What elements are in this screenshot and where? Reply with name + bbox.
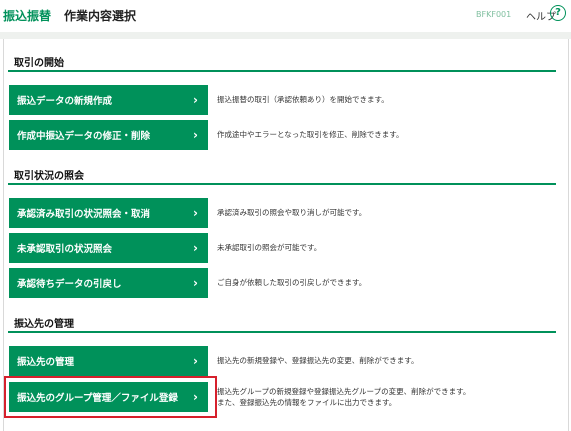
button-label: 振込データの新規作成 [17,96,113,107]
unapproved-status-button[interactable]: 未承認取引の状況照会 › [9,233,208,263]
payee-management-button[interactable]: 振込先の管理 › [9,346,208,376]
chevron-right-icon: › [193,354,198,368]
button-label: 未承認取引の状況照会 [17,244,113,255]
section-rule [8,183,556,185]
button-label: 承認済み取引の状況照会・取消 [17,209,151,220]
new-transfer-button[interactable]: 振込データの新規作成 › [9,85,208,115]
item-description: 振込先グループの新規登録や登録振込先グループの変更、削除ができます。 [217,387,471,396]
button-label: 作成中振込データの修正・削除 [17,131,151,142]
approved-status-button[interactable]: 承認済み取引の状況照会・取消 › [9,198,208,228]
edit-transfer-button[interactable]: 作成中振込データの修正・削除 › [9,120,208,150]
button-label: 承認待ちデータの引戻し [17,279,122,290]
item-description: 振込振替の取引（承認依頼あり）を開始できます。 [217,95,389,104]
chevron-right-icon: › [193,276,198,290]
chevron-right-icon: › [193,93,198,107]
chevron-right-icon: › [193,241,198,255]
help-icon[interactable]: ? [550,5,566,21]
item-description: 振込先の新規登録や、登録振込先の変更、削除ができます。 [217,356,419,365]
item-description: 承認済み取引の照会や取り消しが可能です。 [217,208,367,217]
section-title-payee: 振込先の管理 [14,319,74,330]
button-label: 振込先の管理 [17,357,75,368]
chevron-right-icon: › [193,128,198,142]
screen-id: BFKF001 [476,10,512,19]
section-rule [8,70,556,72]
item-description: 未承認取引の照会が可能です。 [217,243,322,252]
item-description-line2: また、登録振込先の情報をファイルに出力できます。 [217,398,397,407]
item-description: ご自身が依頼した取引の引戻しができます。 [217,278,367,287]
page-title: 作業内容選択 [64,9,137,23]
header-bar: 振込振替 作業内容選択 BFKF001 ヘルプ ? [0,0,571,32]
section-rule [8,331,556,333]
recall-data-button[interactable]: 承認待ちデータの引戻し › [9,268,208,298]
chevron-right-icon: › [193,206,198,220]
highlight-frame [4,376,217,418]
header-divider [0,32,571,39]
section-title-status: 取引状況の照会 [14,171,84,182]
app-title: 振込振替 [3,9,52,23]
section-title-start: 取引の開始 [14,58,64,69]
item-description: 作成途中やエラーとなった取引を修正、削除できます。 [217,130,404,139]
